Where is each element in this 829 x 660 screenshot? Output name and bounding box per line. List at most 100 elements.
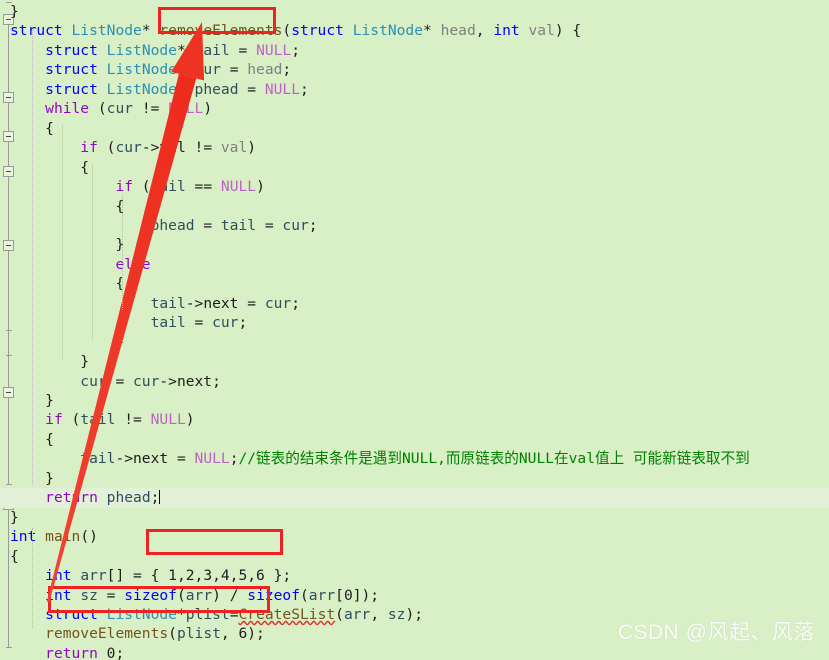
- code-token: [] =: [106, 567, 151, 585]
- code-token: int: [45, 586, 81, 604]
- code-token: struct: [45, 61, 107, 79]
- code-line[interactable]: }: [0, 235, 829, 255]
- code-token: *: [423, 22, 441, 40]
- code-line[interactable]: phead = tail = cur;: [0, 216, 829, 236]
- code-token: ListNode: [106, 61, 177, 79]
- code-token: }: [115, 333, 125, 351]
- indent-guide: [32, 528, 33, 628]
- code-line[interactable]: cur = cur->next;: [0, 372, 829, 392]
- code-line[interactable]: int sz = sizeof(arr) / sizeof(arr[0]);: [0, 586, 829, 606]
- code-token: tail: [80, 411, 116, 429]
- code-token: removeElements: [45, 625, 169, 643]
- code-token: NULL: [194, 450, 230, 468]
- code-line[interactable]: {: [0, 119, 829, 139]
- code-token: {: [80, 158, 90, 176]
- code-token: (: [282, 22, 292, 40]
- code-token: int: [45, 567, 81, 585]
- code-token: ,: [370, 605, 388, 623]
- code-line[interactable]: }: [0, 391, 829, 411]
- editor-surface[interactable]: } struct ListNode* removeElements(struct …: [0, 0, 829, 660]
- code-token: {: [45, 430, 54, 448]
- code-token: if: [45, 411, 63, 429]
- code-line[interactable]: }: [0, 352, 829, 372]
- code-token: ;: [300, 80, 309, 98]
- code-token: cur: [194, 61, 221, 79]
- code-token: int: [493, 22, 529, 40]
- indent-guide: [122, 195, 123, 310]
- code-token: (: [62, 411, 81, 429]
- code-token: (: [176, 586, 186, 604]
- code-token: sz: [387, 605, 406, 623]
- code-token: =: [97, 586, 125, 604]
- code-token: else: [115, 255, 151, 273]
- code-line[interactable]: struct ListNode* removeElements(struct L…: [0, 21, 829, 41]
- code-token: tail: [150, 178, 186, 196]
- code-line[interactable]: return 0;: [0, 644, 829, 660]
- code-line[interactable]: if (tail == NULL): [0, 177, 829, 197]
- code-line[interactable]: {: [0, 158, 829, 178]
- code-token: ->next =: [115, 450, 195, 468]
- code-line[interactable]: }: [0, 508, 829, 528]
- code-line[interactable]: struct ListNode* cur = head;: [0, 60, 829, 80]
- code-line[interactable]: tail->next = NULL;//链表的结束条件是遇到NULL,而原链表的…: [0, 449, 829, 469]
- code-line[interactable]: int arr[] = { 1,2,3,4,5,6 };: [0, 566, 829, 586]
- code-line[interactable]: {: [0, 197, 829, 217]
- code-line[interactable]: else: [0, 255, 829, 275]
- code-line[interactable]: return phead;: [0, 488, 829, 508]
- code-line[interactable]: tail->next = cur;: [0, 294, 829, 314]
- code-token: ;: [291, 294, 300, 312]
- code-token: , 6);: [220, 625, 265, 643]
- code-line[interactable]: int main(): [0, 527, 829, 547]
- code-line[interactable]: struct ListNode* phead = NULL;: [0, 80, 829, 100]
- code-lines-container[interactable]: } struct ListNode* removeElements(struct …: [0, 0, 829, 660]
- code-line[interactable]: while (cur != NULL): [0, 99, 829, 119]
- code-token: if: [80, 139, 98, 157]
- code-token: arr: [343, 605, 371, 623]
- code-token: *: [176, 41, 195, 59]
- code-token: =: [229, 41, 257, 59]
- code-line[interactable]: }: [0, 469, 829, 489]
- code-token: NULL: [168, 100, 204, 118]
- code-line[interactable]: {: [0, 274, 829, 294]
- code-token: =: [256, 216, 283, 234]
- code-token: ): [185, 411, 195, 429]
- code-token: ==: [185, 178, 221, 196]
- code-token: head: [247, 61, 283, 79]
- code-line[interactable]: if (cur->val != val): [0, 138, 829, 158]
- code-line[interactable]: }: [0, 2, 829, 22]
- code-token: phead: [150, 216, 195, 234]
- code-token: =: [185, 314, 213, 332]
- code-token: cur: [264, 294, 292, 312]
- code-token: cur: [133, 372, 160, 390]
- code-token: (: [300, 586, 309, 604]
- code-line[interactable]: struct ListNode* tail = NULL;: [0, 41, 829, 61]
- indent-guide: [32, 30, 33, 485]
- code-line[interactable]: }: [0, 333, 829, 353]
- code-token: cur: [106, 100, 134, 118]
- code-token: sizeof: [124, 586, 177, 604]
- code-token: ListNode: [352, 22, 424, 40]
- code-token: CreateSList: [238, 605, 336, 623]
- code-token: sizeof: [247, 586, 300, 604]
- code-line[interactable]: {: [0, 430, 829, 450]
- code-line[interactable]: if (tail != NULL): [0, 410, 829, 430]
- code-token: sz: [80, 586, 98, 604]
- indent-guide: [62, 125, 63, 360]
- code-token: ,: [475, 22, 494, 40]
- code-token: =: [106, 372, 134, 390]
- code-token: }: [80, 353, 90, 371]
- code-line[interactable]: {: [0, 547, 829, 567]
- code-token: *: [176, 80, 195, 98]
- code-line[interactable]: tail = cur;: [0, 313, 829, 333]
- code-token: NULL: [256, 41, 292, 59]
- code-token: if: [115, 178, 134, 196]
